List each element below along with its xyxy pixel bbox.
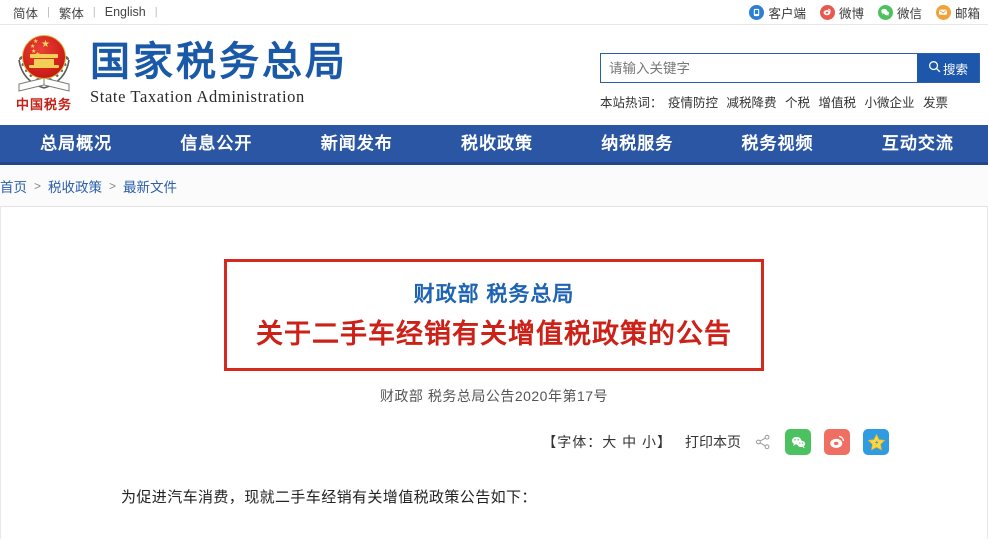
social-link-wechat-label: 微信 [896, 6, 922, 21]
nav-item-taxpayer-service[interactable]: 纳税服务 [567, 125, 707, 162]
social-link-mail-label: 邮箱 [954, 6, 980, 21]
share-nodes-icon[interactable] [754, 433, 772, 451]
nav-item-news[interactable]: 新闻发布 [287, 125, 427, 162]
search-area: 搜索 本站热词： 疫情防控 减税降费 个税 增值税 小微企业 发票 [600, 53, 980, 111]
social-link-wechat[interactable]: 微信 [877, 3, 922, 22]
hot-keywords: 本站热词： 疫情防控 减税降费 个税 增值税 小微企业 发票 [600, 92, 980, 111]
site-brand[interactable]: ★ ★ ★ ★ ★ 中国税务 国家税务总局 State Taxation Adm… [0, 32, 348, 118]
social-links: 客户端 微博 微信 邮箱 [749, 3, 980, 22]
wechat-square-icon[interactable] [785, 429, 811, 455]
breadcrumb-separator: > [34, 178, 42, 193]
font-size-medium[interactable]: 中 [622, 434, 637, 450]
nav-item-interaction[interactable]: 互动交流 [848, 125, 988, 162]
language-option-english[interactable]: English [96, 5, 155, 19]
search-button[interactable]: 搜索 [917, 54, 979, 82]
social-link-client-label: 客户端 [768, 6, 806, 21]
nav-item-disclosure[interactable]: 信息公开 [146, 125, 286, 162]
font-size-suffix: 】 [657, 434, 672, 450]
language-option-simplified[interactable]: 简体 [4, 3, 47, 22]
main-navigation: 总局概况 信息公开 新闻发布 税收政策 纳税服务 税务视频 互动交流 [0, 125, 988, 165]
breadcrumb-item-home[interactable]: 首页 [0, 176, 27, 196]
emblem-label: 中国税务 [15, 98, 72, 113]
nav-item-tax-policy[interactable]: 税收政策 [427, 125, 567, 162]
social-link-weibo-label: 微博 [838, 6, 864, 21]
weibo-icon [819, 4, 835, 20]
print-page-button[interactable]: 打印本页 [685, 432, 741, 452]
search-button-label: 搜索 [942, 62, 968, 77]
article-toolbar: 【字体：大 中 小】 打印本页 [1, 429, 987, 455]
hot-keyword-5[interactable]: 发票 [923, 96, 948, 110]
font-size-large[interactable]: 大 [602, 434, 617, 450]
font-size-small[interactable]: 小 [642, 434, 657, 450]
nav-item-overview[interactable]: 总局概况 [6, 125, 146, 162]
brand-title-en: State Taxation Administration [90, 87, 305, 106]
hot-keyword-1[interactable]: 减税降费 [727, 96, 777, 110]
font-size-control: 【字体：大 中 小】 [542, 432, 672, 452]
mail-icon [935, 4, 951, 20]
brand-title-cn: 国家税务总局 [90, 39, 348, 85]
article-document-number: 财政部 税务总局公告2020年第17号 [379, 388, 609, 404]
weibo-square-icon[interactable] [824, 429, 850, 455]
wechat-icon [877, 4, 893, 20]
brand-titles: 国家税务总局 State Taxation Administration [90, 39, 348, 111]
app-client-icon [749, 4, 765, 20]
language-separator: | [154, 6, 158, 18]
site-header: ★ ★ ★ ★ ★ 中国税务 国家税务总局 State Taxation Adm… [0, 25, 988, 125]
nav-item-video[interactable]: 税务视频 [707, 125, 847, 162]
breadcrumb-bar: 首页 > 税收政策 > 最新文件 [0, 165, 988, 207]
breadcrumb-separator: > [109, 178, 117, 193]
emblem-stars: ★ ★ ★ ★ ★ [30, 39, 50, 58]
article-title: 关于二手车经销有关增值税政策的公告 [256, 319, 732, 349]
hot-keyword-4[interactable]: 小微企业 [865, 96, 915, 110]
tiananmen-gate-icon [29, 54, 59, 68]
article-paragraph: 为促进汽车消费，现就二手车经销有关增值税政策公告如下： [121, 489, 537, 506]
breadcrumb: 首页 > 税收政策 > 最新文件 [0, 176, 177, 196]
hot-keyword-2[interactable]: 个税 [785, 96, 810, 110]
hot-keyword-0[interactable]: 疫情防控 [668, 96, 718, 110]
social-link-weibo[interactable]: 微博 [819, 3, 864, 22]
top-bar: 简体 | 繁体 | English | 客户端 微博 微信 邮箱 [0, 0, 988, 25]
tax-emblem-icon: ★ ★ ★ ★ ★ 中国税务 [8, 32, 80, 118]
search-icon [928, 60, 941, 76]
social-link-client[interactable]: 客户端 [749, 3, 806, 22]
language-switcher: 简体 | 繁体 | English | [4, 3, 158, 22]
search-box: 搜索 [600, 53, 980, 83]
favorite-star-icon[interactable] [863, 429, 889, 455]
font-size-prefix: 【字体： [542, 434, 603, 450]
article-department: 财政部 税务总局 [413, 283, 575, 306]
breadcrumb-item-latest-documents[interactable]: 最新文件 [123, 176, 177, 196]
hot-keywords-label: 本站热词： [600, 96, 663, 110]
language-option-traditional[interactable]: 繁体 [50, 3, 93, 22]
page-root: 简体 | 繁体 | English | 客户端 微博 微信 邮箱 ★ ★ ★ ★… [0, 0, 988, 540]
article-title-box: 财政部 税务总局 关于二手车经销有关增值税政策的公告 [224, 259, 764, 371]
hot-keyword-3[interactable]: 增值税 [819, 96, 857, 110]
social-link-mail[interactable]: 邮箱 [935, 3, 980, 22]
breadcrumb-item-tax-policy[interactable]: 税收政策 [48, 176, 102, 196]
article-content: 财政部 税务总局 关于二手车经销有关增值税政策的公告 财政部 税务总局公告202… [0, 207, 988, 539]
search-input[interactable] [601, 54, 917, 82]
